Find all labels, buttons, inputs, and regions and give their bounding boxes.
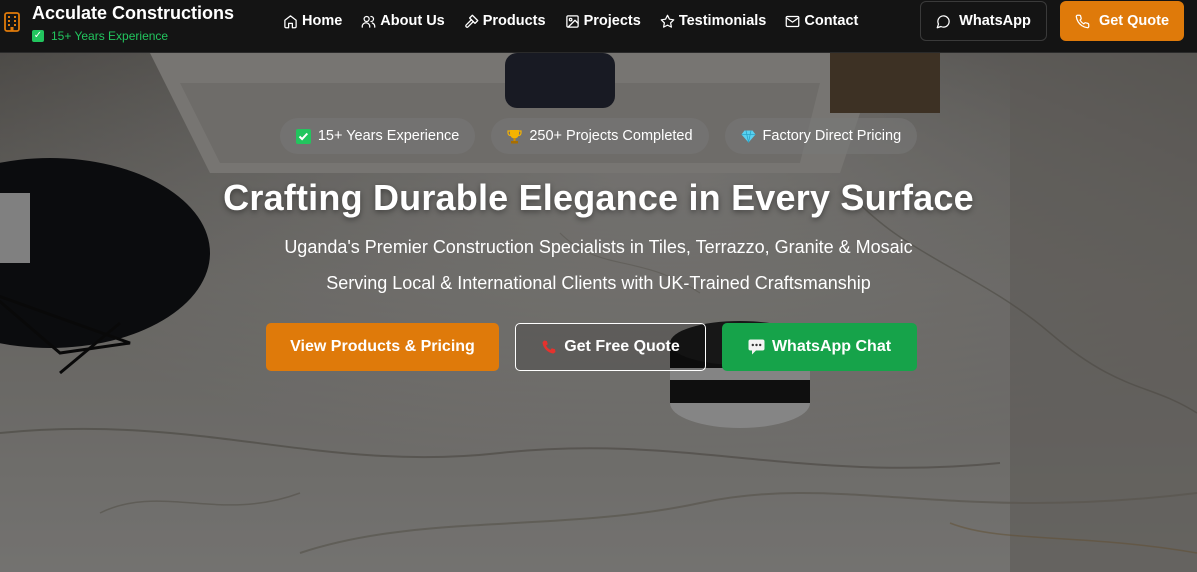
check-icon	[295, 128, 311, 144]
view-products-label: View Products & Pricing	[290, 338, 475, 355]
hero-badges: 15+ Years Experience 250+ Projects Compl…	[0, 118, 1197, 154]
get-free-quote-button[interactable]: Get Free Quote	[515, 323, 706, 371]
nav-home[interactable]: Home	[283, 13, 342, 29]
phone-receiver-icon	[541, 339, 557, 355]
speech-balloon-icon	[748, 339, 765, 355]
whatsapp-chat-label: WhatsApp Chat	[771, 338, 892, 355]
get-free-quote-label: Get Free Quote	[564, 338, 680, 355]
nav-home-label: Home	[302, 13, 343, 29]
header-whatsapp-button[interactable]: WhatsApp	[920, 1, 1047, 41]
hero-subtitle-2: Serving Local & International Clients wi…	[326, 273, 871, 293]
hero-section: 15+ Years Experience 250+ Projects Compl…	[0, 53, 1197, 572]
nav-products-label: Products	[482, 13, 546, 29]
mail-icon	[786, 15, 800, 27]
brand-tagline: ✓ 15+ Years Experience	[32, 28, 234, 44]
badge-projects-label: 250+ Projects Completed	[529, 128, 693, 144]
nav-about-label: About Us	[380, 13, 445, 29]
building-icon	[4, 12, 20, 32]
brand-name: Acculate Constructions	[32, 3, 235, 23]
whatsapp-chat-button[interactable]: WhatsApp Chat	[722, 323, 917, 371]
nav-projects[interactable]: Projects	[565, 13, 641, 29]
diamond-icon	[741, 129, 756, 144]
hero-cta-row: View Products & Pricing Get Free Quote W…	[266, 323, 917, 371]
nav-testimonials-label: Testimonials	[678, 13, 767, 29]
brand-tagline-text: 15+ Years Experience	[51, 29, 169, 43]
header-whatsapp-label: WhatsApp	[959, 13, 1031, 29]
image-icon	[565, 14, 579, 28]
nav-projects-label: Projects	[583, 13, 641, 29]
badge-projects: 250+ Projects Completed	[491, 118, 709, 154]
hammer-icon	[464, 14, 479, 28]
badge-pricing: Factory Direct Pricing	[724, 118, 918, 154]
badge-pricing-label: Factory Direct Pricing	[762, 128, 902, 144]
view-products-button[interactable]: View Products & Pricing	[266, 323, 499, 371]
nav-products[interactable]: Products	[464, 13, 546, 29]
home-icon	[284, 14, 297, 28]
hero-subtitle-1: Uganda's Premier Construction Specialist…	[284, 237, 913, 257]
badge-experience-label: 15+ Years Experience	[317, 128, 460, 144]
badge-experience: 15+ Years Experience	[279, 118, 476, 154]
nav-about[interactable]: About Us	[361, 13, 445, 29]
main-nav: Home About Us Products Projects Testimon…	[283, 0, 877, 42]
message-circle-icon	[936, 14, 950, 28]
nav-testimonials[interactable]: Testimonials	[660, 13, 767, 29]
page: Acculate Constructions ✓ 15+ Years Exper…	[0, 0, 1197, 572]
nav-contact[interactable]: Contact	[785, 13, 858, 29]
header-get-quote-label: Get Quote	[1098, 13, 1170, 29]
trophy-icon	[507, 129, 522, 144]
brand[interactable]: Acculate Constructions ✓ 15+ Years Exper…	[4, 3, 234, 44]
nav-contact-label: Contact	[804, 13, 859, 29]
hero-title: Crafting Durable Elegance in Every Surfa…	[223, 177, 974, 218]
header-get-quote-button[interactable]: Get Quote	[1060, 1, 1184, 41]
check-icon: ✓	[32, 30, 44, 42]
star-icon	[660, 14, 675, 28]
site-header: Acculate Constructions ✓ 15+ Years Exper…	[0, 0, 1197, 53]
users-icon	[361, 15, 376, 28]
phone-icon	[1075, 14, 1090, 28]
